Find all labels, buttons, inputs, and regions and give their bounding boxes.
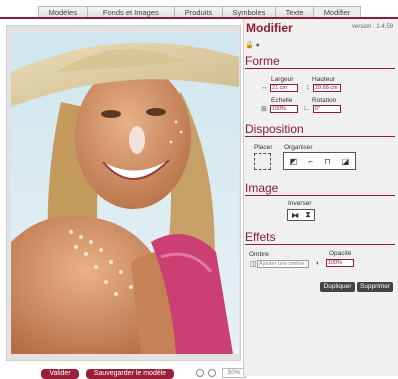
opacity-icon: ◐ [316,260,321,267]
version-label: version : 1.4.59 [352,24,394,30]
organiser-icons[interactable]: ◩ ⌐ ⊓ ◪ [283,152,356,170]
largeur-label: Largeur [271,76,294,83]
shadow-icon: ◫ [250,261,257,268]
ombre-field[interactable]: Ajouter une ombre [257,260,309,268]
panel-title: Modifier [246,21,293,35]
disposition-section-title: Disposition [245,122,304,136]
flip-horizontal-icon[interactable]: ⧓ [291,211,299,220]
rotation-field[interactable]: 0° [313,105,341,113]
placer-label: Placer [254,144,273,151]
height-arrows-icon: ↕ [306,84,310,91]
effets-divider [245,244,395,245]
placer-align-icon[interactable] [254,153,271,170]
bottom-bar: Valider Sauvegarder le modèle 50% [6,361,246,379]
photo-image [11,32,239,354]
send-backward-icon[interactable]: ⊓ [324,157,330,166]
forme-section-title: Forme [245,54,280,68]
opacite-label: Opacité [329,250,352,257]
delete-button[interactable]: Supprimer [357,282,393,292]
bring-to-front-icon[interactable]: ◩ [290,157,298,166]
flip-vertical-icon[interactable]: ⧗ [305,210,311,220]
effets-section-title: Effets [245,230,276,244]
ombre-label: Ombre [249,251,269,258]
hauteur-field[interactable]: 29.68 cm [313,84,341,92]
rotation-icon: ∟ [303,105,310,112]
flip-icons[interactable]: ⧓ ⧗ [287,209,315,221]
bring-forward-icon[interactable]: ⌐ [308,157,313,166]
send-to-back-icon[interactable]: ◪ [342,157,350,166]
valider-button[interactable]: Valider [41,369,79,379]
scale-icon: ⊞ [261,106,267,113]
echelle-field[interactable]: 100% [270,105,298,113]
canvas-photo[interactable] [11,32,239,354]
image-divider [245,195,395,196]
forme-divider [245,68,395,69]
duplicate-button[interactable]: Dupliquer [320,282,355,292]
largeur-field[interactable]: 21 cm [270,84,298,92]
opacite-field[interactable]: 100% [326,259,354,267]
image-section-title: Image [245,181,279,195]
width-arrows-icon: ↔ [261,84,268,91]
hauteur-label: Hauteur [312,76,336,83]
disposition-divider [245,136,395,137]
properties-panel [243,19,398,376]
lock-icon[interactable]: 🔒 ● [245,41,260,49]
rotation-label: Rotation [312,97,337,104]
inverser-label: Inverser [288,200,312,207]
echelle-label: Echelle [271,97,293,104]
save-template-button[interactable]: Sauvegarder le modèle [86,369,174,379]
organiser-label: Organiser [284,144,313,151]
